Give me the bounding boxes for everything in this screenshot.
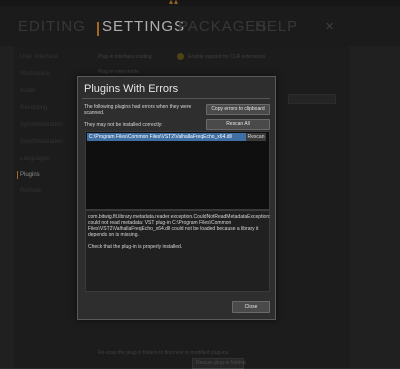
error-hint: Check that the plug-in is properly insta… bbox=[88, 244, 183, 250]
rescan-all-button[interactable]: Rescan All bbox=[206, 119, 270, 130]
dialog-subtitle: They may not be installed correctly: bbox=[84, 122, 163, 128]
dialog-intro: The following plugins had errors when th… bbox=[84, 104, 192, 116]
dialog-title: Plugins With Errors bbox=[84, 83, 179, 95]
error-message: com.bitwig.flt.library.metadata.reader.e… bbox=[88, 214, 271, 238]
close-button[interactable]: Close bbox=[232, 301, 270, 313]
plugin-error-list: C:\Program Files\Common Files\VST2\Valha… bbox=[85, 131, 270, 210]
copy-errors-button[interactable]: Copy errors to clipboard bbox=[206, 104, 270, 115]
list-item[interactable]: C:\Program Files\Common Files\VST2\Valha… bbox=[87, 133, 246, 141]
rescan-plugin-button[interactable]: Rescan bbox=[246, 133, 266, 141]
error-details: com.bitwig.flt.library.metadata.reader.e… bbox=[85, 210, 271, 292]
title-divider bbox=[82, 98, 270, 99]
plugins-with-errors-dialog: Plugins With Errors The following plugin… bbox=[77, 76, 276, 320]
